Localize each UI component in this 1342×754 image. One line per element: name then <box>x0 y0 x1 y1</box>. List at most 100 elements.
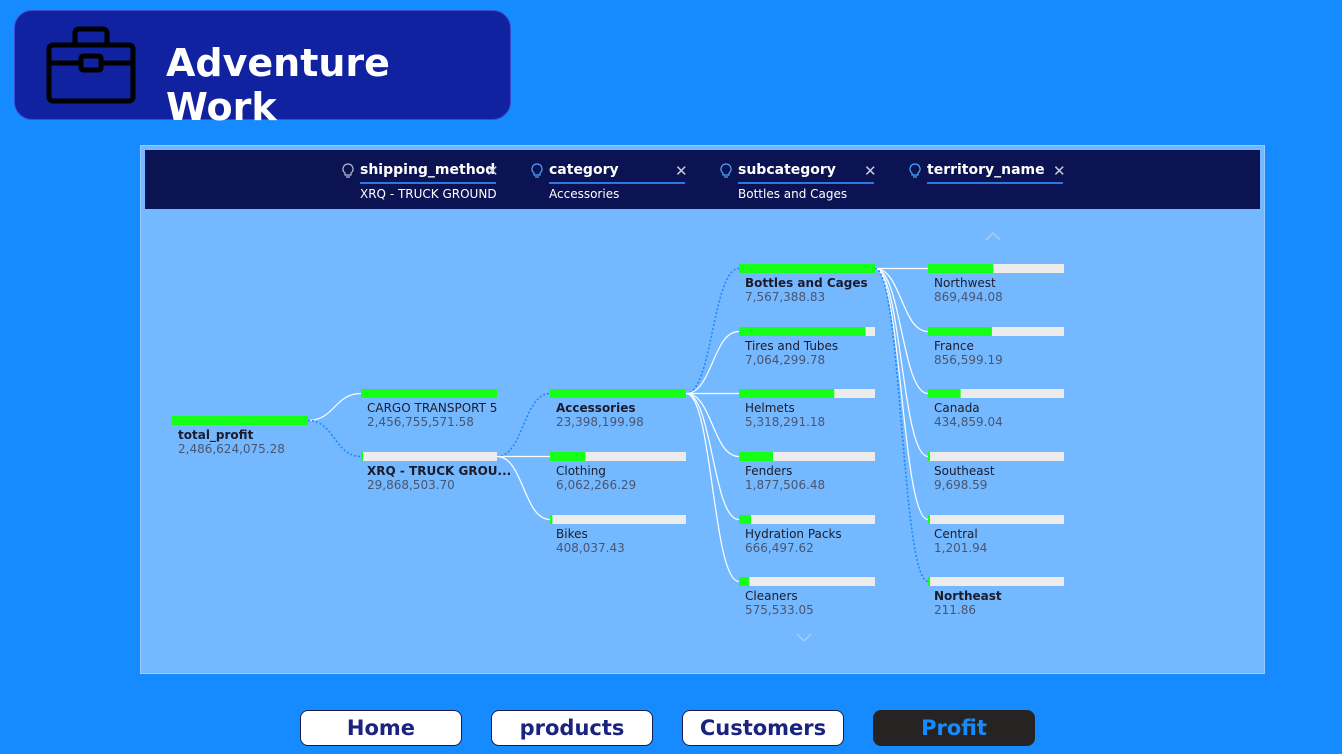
node-name: Bikes <box>556 527 588 541</box>
tree-node-bar[interactable] <box>928 327 1064 336</box>
bar-fill <box>550 452 586 461</box>
tree-node-bar[interactable] <box>739 327 875 336</box>
tree-node-label: CARGO TRANSPORT 5 2,456,755,571.58 <box>367 401 497 429</box>
tree-node-bar[interactable] <box>739 452 875 461</box>
chevron-down-icon[interactable] <box>796 633 812 643</box>
bar-fill <box>550 389 686 398</box>
bar-track <box>739 577 875 586</box>
node-name: Central <box>934 527 978 541</box>
tree-node-label: Bikes 408,037.43 <box>556 527 625 555</box>
node-value: 1,877,506.48 <box>745 478 826 492</box>
tree-node-label: Northwest 869,494.08 <box>934 276 1003 304</box>
tree-node-label: Northeast 211.86 <box>934 589 1002 617</box>
tree-node-bar[interactable] <box>739 264 875 273</box>
tree-node-bar[interactable] <box>739 515 875 524</box>
tree-node-label: Central 1,201.94 <box>934 527 987 555</box>
tree-node-bar[interactable] <box>361 452 497 461</box>
node-name: France <box>934 339 974 353</box>
tree-node-label: Cleaners 575,533.05 <box>745 589 814 617</box>
connector-line <box>685 267 740 395</box>
node-value: 869,494.08 <box>934 290 1003 304</box>
connector-line <box>307 392 362 422</box>
connector-line <box>685 392 740 458</box>
connector-line <box>685 330 740 395</box>
tree-node-bar[interactable] <box>739 577 875 586</box>
connector-line <box>874 267 929 583</box>
bar-fill <box>928 327 992 336</box>
tree-node-bar[interactable] <box>928 515 1064 524</box>
tree-node-label: XRQ - TRUCK GROU... 29,868,503.70 <box>367 464 511 492</box>
node-value: 5,318,291.18 <box>745 415 826 429</box>
node-value: 1,201.94 <box>934 541 988 555</box>
node-name: Southeast <box>934 464 995 478</box>
tree-node-label: Clothing 6,062,266.29 <box>556 464 636 492</box>
tree-node-label: Canada 434,859.04 <box>934 401 1003 429</box>
node-value: 666,497.62 <box>745 541 814 555</box>
tree-node-label: Hydration Packs 666,497.62 <box>745 527 842 555</box>
tree-node-bar[interactable] <box>928 389 1064 398</box>
connector-line <box>874 267 929 395</box>
bar-fill <box>739 515 751 524</box>
nav-profit-button[interactable]: Profit <box>873 710 1035 746</box>
node-value: 856,599.19 <box>934 353 1003 367</box>
node-name: Cleaners <box>745 589 798 603</box>
tree-node-bar[interactable] <box>928 264 1064 273</box>
node-value: 575,533.05 <box>745 603 814 617</box>
bar-fill <box>928 577 930 586</box>
tree-node-bar[interactable] <box>361 389 497 398</box>
tree-node-bar[interactable] <box>928 577 1064 586</box>
tree-node-bar[interactable] <box>172 416 308 425</box>
tree-node-label: Helmets 5,318,291.18 <box>745 401 825 429</box>
node-value: 2,486,624,075.28 <box>178 442 285 456</box>
node-name: Tires and Tubes <box>745 339 839 353</box>
tree-node-bar[interactable] <box>928 452 1064 461</box>
tree-node-label: Tires and Tubes 7,064,299.78 <box>745 339 838 367</box>
bar-fill <box>172 416 308 425</box>
nav-products-button[interactable]: products <box>491 710 653 746</box>
bar-fill <box>928 264 994 273</box>
bar-fill <box>550 515 553 524</box>
decomposition-tree <box>172 231 1064 643</box>
node-name: Clothing <box>556 464 606 478</box>
node-name: Northwest <box>934 276 996 290</box>
bar-fill <box>739 327 866 336</box>
tree-node-label: Bottles and Cages 7,567,388.83 <box>745 276 868 304</box>
bar-fill <box>928 389 961 398</box>
bar-fill <box>928 452 930 461</box>
node-name: Bottles and Cages <box>745 276 868 290</box>
node-value: 7,567,388.83 <box>745 290 826 304</box>
node-name: XRQ - TRUCK GROU... <box>367 464 512 478</box>
bar-fill <box>739 264 875 273</box>
node-value: 434,859.04 <box>934 415 1003 429</box>
tree-node-label: total_profit 2,486,624,075.28 <box>178 428 285 456</box>
tree-node-bar[interactable] <box>739 389 875 398</box>
nav-customers-button[interactable]: Customers <box>682 710 844 746</box>
node-value: 9,698.59 <box>934 478 988 492</box>
tree-node-label: France 856,599.19 <box>934 339 1003 367</box>
node-value: 7,064,299.78 <box>745 353 826 367</box>
node-name: Helmets <box>745 401 795 415</box>
node-value: 408,037.43 <box>556 541 625 555</box>
bar-track <box>361 452 497 461</box>
node-name: Fenders <box>745 464 793 478</box>
nav-home-button[interactable]: Home <box>300 710 462 746</box>
tree-node-bar[interactable] <box>550 389 686 398</box>
bar-fill <box>928 515 930 524</box>
bar-track <box>739 515 875 524</box>
tree-node-bar[interactable] <box>550 452 686 461</box>
tree-node-label: Southeast 9,698.59 <box>934 464 995 492</box>
node-value: 211.86 <box>934 603 976 617</box>
tree-node-label: Fenders 1,877,506.48 <box>745 464 825 492</box>
node-value: 2,456,755,571.58 <box>367 415 474 429</box>
chevron-up-icon[interactable] <box>985 231 1001 241</box>
bar-track <box>928 452 1064 461</box>
connector-line <box>685 392 740 521</box>
tree-node-bar[interactable] <box>550 515 686 524</box>
bar-fill <box>739 452 773 461</box>
connector-line <box>496 392 551 458</box>
tree-node-label: Accessories 23,398,199.98 <box>556 401 644 429</box>
node-name: total_profit <box>178 428 254 442</box>
bar-fill <box>739 389 835 398</box>
connector-line <box>307 419 362 458</box>
connector-line <box>874 267 929 521</box>
